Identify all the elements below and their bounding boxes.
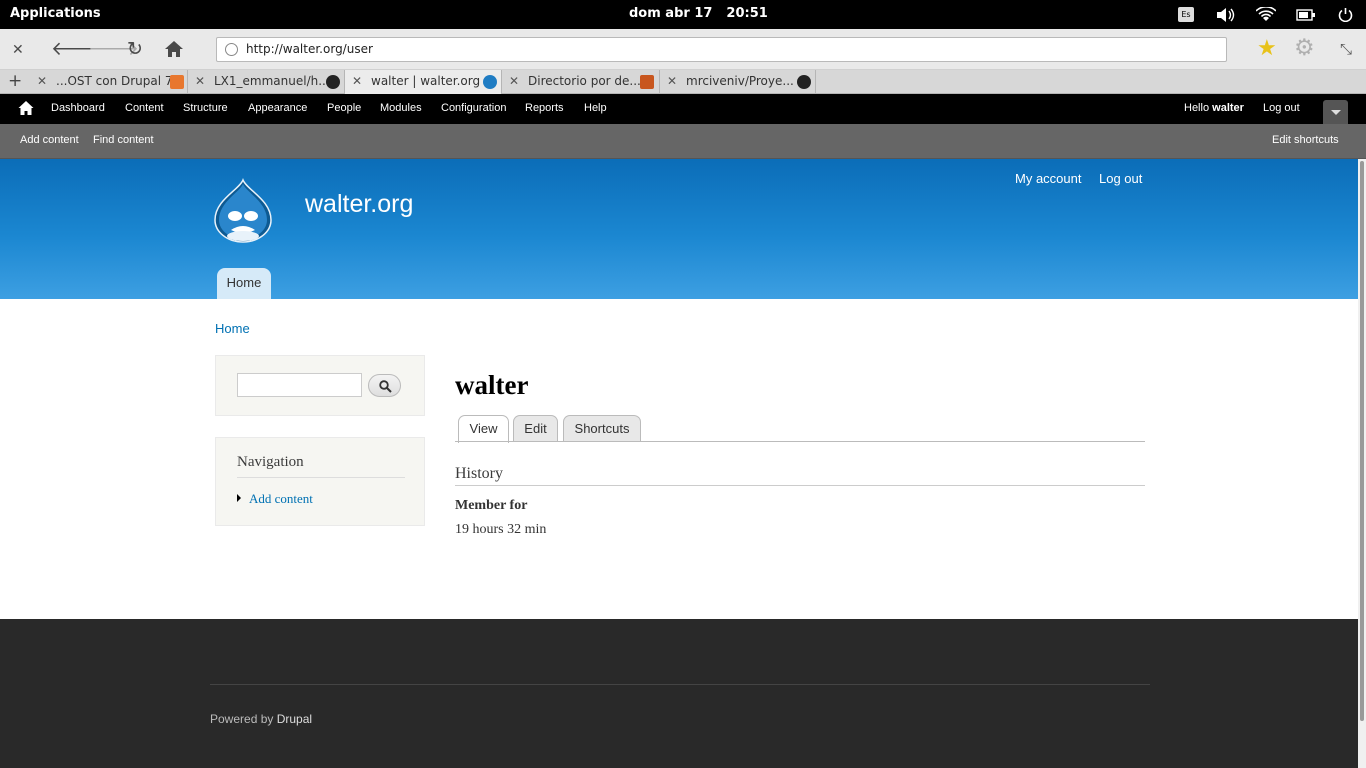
admin-menu-reports[interactable]: Reports	[525, 102, 564, 114]
power-icon[interactable]	[1338, 7, 1353, 22]
home-icon[interactable]	[164, 40, 184, 58]
history-heading: History	[455, 465, 1145, 486]
drupal-logo-icon[interactable]	[213, 178, 273, 244]
page-scrollbar[interactable]	[1358, 159, 1366, 768]
tab-view[interactable]: View	[458, 415, 509, 443]
admin-toolbar: Dashboard Content Structure Appearance P…	[0, 94, 1366, 124]
wifi-icon[interactable]	[1256, 7, 1276, 22]
search-icon	[379, 380, 392, 393]
unfullscreen-icon[interactable]: ⤡	[1340, 40, 1352, 58]
user-name[interactable]: walter	[1212, 102, 1244, 114]
tab-label: walter | walter.org	[371, 74, 481, 88]
navigation-block: Navigation Add content	[215, 437, 425, 526]
tab-label: mrciveniv/Proye...	[686, 74, 794, 88]
drupal-link[interactable]: Drupal	[277, 712, 312, 726]
footer-divider	[210, 684, 1150, 685]
github-icon	[797, 75, 811, 89]
close-tab-icon[interactable]: ✕	[667, 70, 677, 93]
tab-shortcuts[interactable]: Shortcuts	[563, 415, 641, 442]
shortcut-add-content[interactable]: Add content	[20, 134, 79, 146]
tab-label: ...OST con Drupal 7	[56, 74, 173, 88]
battery-icon[interactable]	[1296, 9, 1316, 21]
bookmark-star-icon[interactable]: ★	[1257, 38, 1277, 60]
hello-user: Hello walter	[1184, 102, 1244, 114]
admin-menu-dashboard[interactable]: Dashboard	[51, 102, 105, 114]
github-icon	[326, 75, 340, 89]
tab-label: LX1_emmanuel/h...	[214, 74, 330, 88]
admin-menu-content[interactable]: Content	[125, 102, 164, 114]
shortcuts-toggle-icon[interactable]	[1323, 100, 1348, 124]
hello-label: Hello	[1184, 102, 1210, 114]
nav-add-content-link[interactable]: Add content	[237, 491, 313, 507]
site-header: walter.org My account Log out Home	[0, 159, 1358, 299]
new-tab-icon[interactable]: +	[8, 71, 22, 91]
tab-3-active[interactable]: ✕ walter | walter.org	[345, 70, 502, 94]
admin-logout-link[interactable]: Log out	[1263, 102, 1300, 114]
admin-menu-people[interactable]: People	[327, 102, 361, 114]
main-menu-home-tab[interactable]: Home	[217, 268, 271, 299]
admin-menu-structure[interactable]: Structure	[183, 102, 228, 114]
navigation-title: Navigation	[237, 454, 405, 478]
tab-4[interactable]: ✕ Directorio por de...	[502, 70, 660, 94]
admin-menu-appearance[interactable]: Appearance	[248, 102, 307, 114]
close-icon[interactable]: ✕	[12, 39, 24, 61]
system-panel: Applications dom abr 17 20:51 Es	[0, 0, 1366, 29]
admin-menu-modules[interactable]: Modules	[380, 102, 422, 114]
powered-by: Powered by Drupal	[210, 712, 312, 726]
date-label: dom abr 17	[629, 6, 713, 21]
tab-label: Directorio por de...	[528, 74, 641, 88]
nav-item-label: Add content	[249, 491, 313, 506]
home-icon[interactable]	[18, 100, 34, 116]
tab-2[interactable]: ✕ LX1_emmanuel/h...	[188, 70, 345, 94]
keyboard-layout-indicator[interactable]: Es	[1178, 7, 1194, 22]
page-title: walter	[455, 370, 529, 400]
tab-5[interactable]: ✕ mrciveniv/Proye...	[660, 70, 816, 94]
shortcut-find-content[interactable]: Find content	[93, 134, 154, 146]
tab-bar: + ✕ ...OST con Drupal 7 ✕ LX1_emmanuel/h…	[0, 70, 1366, 94]
edit-shortcuts-link[interactable]: Edit shortcuts	[1272, 134, 1339, 146]
powered-by-label: Powered by	[210, 712, 274, 726]
applications-menu[interactable]: Applications	[10, 6, 101, 21]
mozilla-icon	[170, 75, 184, 89]
site-footer: Powered by Drupal	[0, 619, 1358, 768]
shortcuts-bar: Add content Find content Edit shortcuts	[0, 124, 1366, 159]
address-bar[interactable]: http://walter.org/user	[216, 37, 1227, 62]
url-text: http://walter.org/user	[246, 42, 373, 56]
my-account-link[interactable]: My account	[1015, 171, 1081, 186]
search-block	[215, 355, 425, 416]
site-name-link[interactable]: walter.org	[305, 190, 413, 219]
reload-icon[interactable]: ↻	[127, 38, 143, 60]
folder-icon	[640, 75, 654, 89]
time-label: 20:51	[726, 6, 768, 21]
tab-edit[interactable]: Edit	[513, 415, 558, 442]
admin-menu-help[interactable]: Help	[584, 102, 607, 114]
close-tab-icon[interactable]: ✕	[195, 70, 205, 93]
search-button[interactable]	[368, 374, 401, 397]
drupal-icon	[483, 75, 497, 89]
close-tab-icon[interactable]: ✕	[509, 70, 519, 93]
tab-1[interactable]: ✕ ...OST con Drupal 7	[30, 70, 188, 94]
member-for-value: 19 hours 32 min	[455, 522, 547, 537]
browser-toolbar: ✕ 🡐 🡒 ↻ http://walter.org/user ★ ⚙ ⤡	[0, 29, 1366, 70]
member-for-label: Member for	[455, 498, 528, 513]
close-tab-icon[interactable]: ✕	[37, 70, 47, 93]
breadcrumb[interactable]: Home	[215, 321, 250, 336]
clock[interactable]: dom abr 17 20:51	[629, 6, 768, 21]
admin-menu-configuration[interactable]: Configuration	[441, 102, 506, 114]
scrollbar-thumb[interactable]	[1360, 161, 1364, 721]
globe-icon	[225, 43, 238, 56]
search-input[interactable]	[237, 373, 362, 397]
header-logout-link[interactable]: Log out	[1099, 171, 1142, 186]
close-tab-icon[interactable]: ✕	[352, 70, 362, 93]
tabs-divider	[455, 441, 1145, 442]
volume-icon[interactable]	[1215, 7, 1237, 23]
gear-icon[interactable]: ⚙	[1294, 37, 1315, 60]
